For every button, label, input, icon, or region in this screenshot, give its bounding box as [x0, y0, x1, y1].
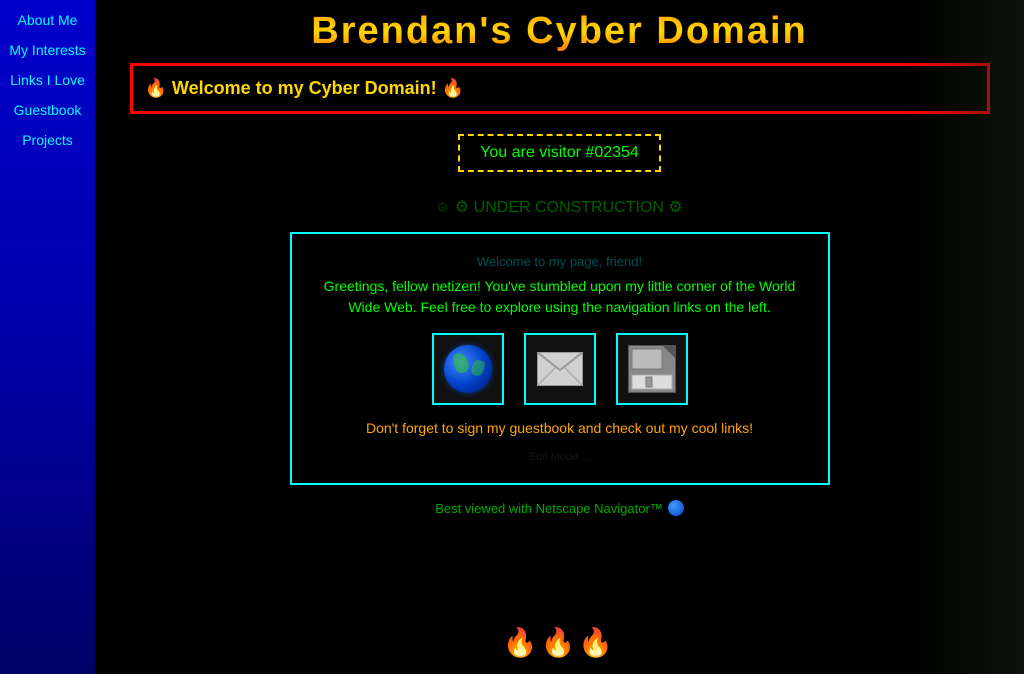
- icons-row: [432, 333, 688, 405]
- welcome-banner: 🔥 Welcome to my Cyber Domain! 🔥: [130, 63, 990, 114]
- sidebar-item-about[interactable]: About Me: [0, 10, 95, 30]
- edit-mode-label: Edit Mode ...: [529, 451, 591, 463]
- bottom-flames: 🔥🔥🔥: [503, 626, 617, 659]
- globe-icon: [444, 345, 492, 393]
- sidebar: About Me My Interests Links I Love Guest…: [0, 0, 95, 674]
- sidebar-item-links[interactable]: Links I Love: [0, 70, 95, 90]
- gear-left-icon: ⚙: [436, 199, 449, 216]
- guestbook-prompt: Don't forget to sign my guestbook and ch…: [366, 420, 753, 436]
- construction-text: ⚙ UNDER CONSTRUCTION ⚙: [455, 197, 683, 217]
- mail-icon-box[interactable]: [524, 333, 596, 405]
- globe-icon-box[interactable]: [432, 333, 504, 405]
- mail-icon: [537, 352, 583, 386]
- welcome-text: 🔥 Welcome to my Cyber Domain! 🔥: [145, 78, 465, 98]
- netscape-globe-icon: [668, 500, 684, 516]
- sidebar-item-interests[interactable]: My Interests: [0, 40, 95, 60]
- best-viewed-label: Best viewed with Netscape Navigator™: [435, 501, 663, 516]
- sidebar-item-projects[interactable]: Projects: [0, 130, 95, 150]
- visitor-counter: You are visitor #02354: [458, 134, 661, 172]
- content-box: Welcome to my page, friend! Greetings, f…: [290, 232, 830, 485]
- content-subtitle: Welcome to my page, friend!: [477, 254, 642, 269]
- main-content: Brendan's Cyber Domain 🔥 Welcome to my C…: [95, 0, 1024, 674]
- under-construction: ⚙ ⚙ UNDER CONSTRUCTION ⚙: [436, 197, 682, 217]
- site-title: Brendan's Cyber Domain: [95, 0, 1024, 63]
- floppy-icon: [628, 345, 676, 393]
- best-viewed-text: Best viewed with Netscape Navigator™: [435, 500, 684, 516]
- greetings-text: Greetings, fellow netizen! You've stumbl…: [312, 276, 808, 318]
- floppy-icon-box[interactable]: [616, 333, 688, 405]
- sidebar-item-guestbook[interactable]: Guestbook: [0, 100, 95, 120]
